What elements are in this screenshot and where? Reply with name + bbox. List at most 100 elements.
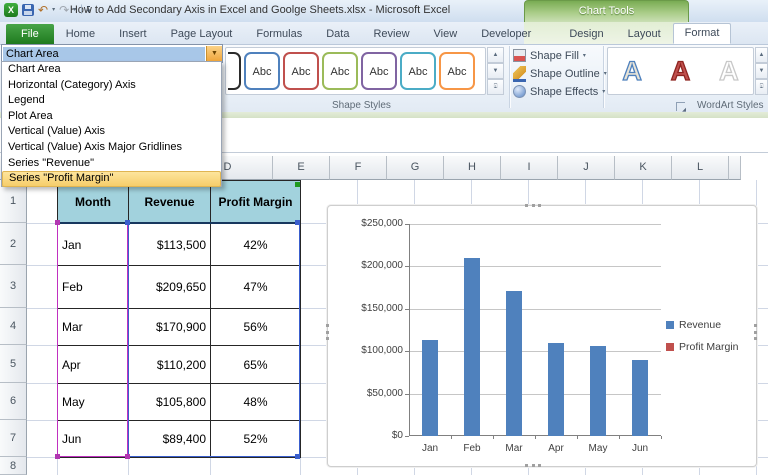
selection-handle[interactable]	[55, 220, 60, 225]
row-headers: 12345678	[0, 180, 27, 475]
undo-dropdown-icon[interactable]: ▾	[52, 7, 55, 13]
combobox-dropdown-icon[interactable]: ▼	[206, 46, 222, 61]
legend-label: Revenue	[679, 319, 722, 331]
shape-style-thumbnail[interactable]: Abc	[283, 52, 319, 90]
chart-tools-contextual-header: Chart Tools	[524, 0, 689, 22]
save-icon[interactable]	[22, 4, 34, 16]
wordart-style-thumbnail[interactable]: A	[718, 49, 739, 93]
row-header-3[interactable]: 3	[0, 265, 27, 308]
shape-effects-button[interactable]: Shape Effects ▾	[513, 83, 605, 100]
tab-design[interactable]: Design	[557, 24, 615, 44]
selection-handle[interactable]	[125, 220, 130, 225]
shape-outline-button[interactable]: Shape Outline ▾	[513, 65, 607, 82]
row-header-2[interactable]: 2	[0, 223, 27, 265]
column-header-e[interactable]: E	[273, 156, 330, 180]
row-header-6[interactable]: 6	[0, 383, 27, 420]
row-header-5[interactable]: 5	[0, 345, 27, 383]
chart-ytick-label: $50,000	[366, 387, 403, 399]
column-header-h[interactable]: H	[444, 156, 501, 180]
redo-icon[interactable]: ↷	[59, 4, 69, 16]
shape-style-thumbnail[interactable]: Abc	[439, 52, 475, 90]
dropdown-item-chart-area[interactable]: Chart Area	[2, 62, 221, 78]
chart-bar-revenue[interactable]	[632, 360, 648, 436]
column-header-g[interactable]: G	[387, 156, 444, 180]
selection-handle[interactable]	[295, 220, 300, 225]
tab-formulas[interactable]: Formulas	[244, 24, 314, 44]
row-header-4[interactable]: 4	[0, 308, 27, 345]
selection-handle[interactable]	[125, 454, 130, 459]
column-header-l[interactable]: L	[672, 156, 729, 180]
chart-bar-revenue[interactable]	[422, 339, 438, 436]
tab-page-layout[interactable]: Page Layout	[159, 24, 245, 44]
shape-outline-icon	[513, 65, 526, 82]
chart-bar-revenue[interactable]	[506, 291, 522, 436]
legend-entry-profit-margin[interactable]: Profit Margin	[666, 341, 739, 353]
dropdown-item-vertical-value-axis-major-gridlines[interactable]: Vertical (Value) Axis Major Gridlines	[2, 140, 221, 156]
tab-file[interactable]: File	[6, 24, 54, 44]
chart-bar-revenue[interactable]	[590, 346, 606, 436]
wordart-more-icon[interactable]: ⍗	[755, 79, 768, 95]
table-header-profit-margin[interactable]: Profit Margin	[210, 180, 301, 224]
column-header-i[interactable]: I	[501, 156, 558, 180]
customize-toolbar-icon[interactable]: ▾	[86, 5, 91, 15]
shape-style-thumbnail[interactable]: Abc	[322, 52, 358, 90]
chart-plot-area[interactable]	[409, 224, 661, 436]
dropdown-item-horizontal-category-axis[interactable]: Horizontal (Category) Axis	[2, 78, 221, 94]
formula-input[interactable]	[211, 118, 768, 152]
dropdown-item-series-revenue-[interactable]: Series "Revenue"	[2, 156, 221, 172]
tab-layout[interactable]: Layout	[616, 24, 673, 44]
selection-handle[interactable]	[295, 454, 300, 459]
tab-format[interactable]: Format	[672, 23, 732, 44]
wordart-scroll-down-icon[interactable]: ▼	[755, 63, 768, 79]
embedded-chart[interactable]: $0 $50,000 $100,000 $150,000 $200,000 $250,00…	[326, 204, 757, 467]
chart-right-grip[interactable]	[754, 324, 757, 340]
shape-style-thumbnail[interactable]	[228, 52, 241, 90]
wordart-scroll-up-icon[interactable]: ▲	[755, 47, 768, 63]
tab-data[interactable]: Data	[314, 24, 361, 44]
gallery-scroll-up-icon[interactable]: ▲	[487, 47, 504, 63]
dialog-launcher-icon[interactable]	[676, 102, 686, 113]
chart-bar-revenue[interactable]	[464, 258, 480, 436]
column-header-k[interactable]: K	[615, 156, 672, 180]
column-header-j[interactable]: J	[558, 156, 615, 180]
dropdown-item-plot-area[interactable]: Plot Area	[2, 109, 221, 125]
qat-separator: |	[80, 4, 83, 15]
tab-view[interactable]: View	[422, 24, 470, 44]
undo-icon[interactable]: ↶	[38, 4, 48, 16]
chart-gridline	[410, 308, 661, 310]
chart-left-grip[interactable]	[326, 324, 329, 340]
legend-entry-revenue[interactable]: Revenue	[666, 319, 721, 331]
dropdown-item-legend[interactable]: Legend	[2, 93, 221, 109]
dropdown-item-series-profit-margin-[interactable]: Series "Profit Margin"	[2, 171, 221, 187]
column-header-blank[interactable]	[729, 156, 741, 180]
dropdown-item-vertical-value-axis[interactable]: Vertical (Value) Axis	[2, 124, 221, 140]
column-header-f[interactable]: F	[330, 156, 387, 180]
shape-style-thumbnail[interactable]: Abc	[400, 52, 436, 90]
shape-fill-icon	[513, 49, 526, 62]
chart-elements-dropdown-list: Chart Area Horizontal (Category) Axis Lege…	[1, 61, 222, 187]
value-range-outline[interactable]	[128, 223, 300, 457]
wordart-style-thumbnail[interactable]: A	[622, 49, 643, 93]
chart-bar-revenue[interactable]	[548, 342, 564, 436]
shape-style-thumbnail[interactable]: Abc	[244, 52, 280, 90]
excel-app-icon[interactable]: X	[4, 3, 18, 17]
gallery-more-icon[interactable]: ⍗	[487, 79, 504, 95]
gallery-scroll-down-icon[interactable]: ▼	[487, 63, 504, 79]
redo-dropdown-icon[interactable]: ▾	[73, 7, 76, 13]
chart-bottom-grip[interactable]	[525, 464, 541, 467]
shape-style-thumbnail[interactable]: Abc	[361, 52, 397, 90]
chart-xtick-mark	[577, 436, 578, 439]
tab-developer[interactable]: Developer	[469, 24, 543, 44]
row-header-8[interactable]: 8	[0, 457, 27, 475]
tab-home[interactable]: Home	[54, 24, 107, 44]
tab-review[interactable]: Review	[361, 24, 421, 44]
gallery-scrollbar: ▲ ▼ ⍗	[487, 47, 504, 95]
selection-handle[interactable]	[55, 454, 60, 459]
selection-handle[interactable]	[295, 182, 300, 187]
shape-fill-button[interactable]: Shape Fill ▾	[513, 47, 605, 64]
chart-top-grip[interactable]	[525, 204, 541, 207]
row-header-7[interactable]: 7	[0, 420, 27, 457]
tab-insert[interactable]: Insert	[107, 24, 159, 44]
wordart-style-thumbnail[interactable]: A	[670, 49, 691, 93]
chart-elements-combobox-value: Chart Area	[3, 46, 205, 61]
